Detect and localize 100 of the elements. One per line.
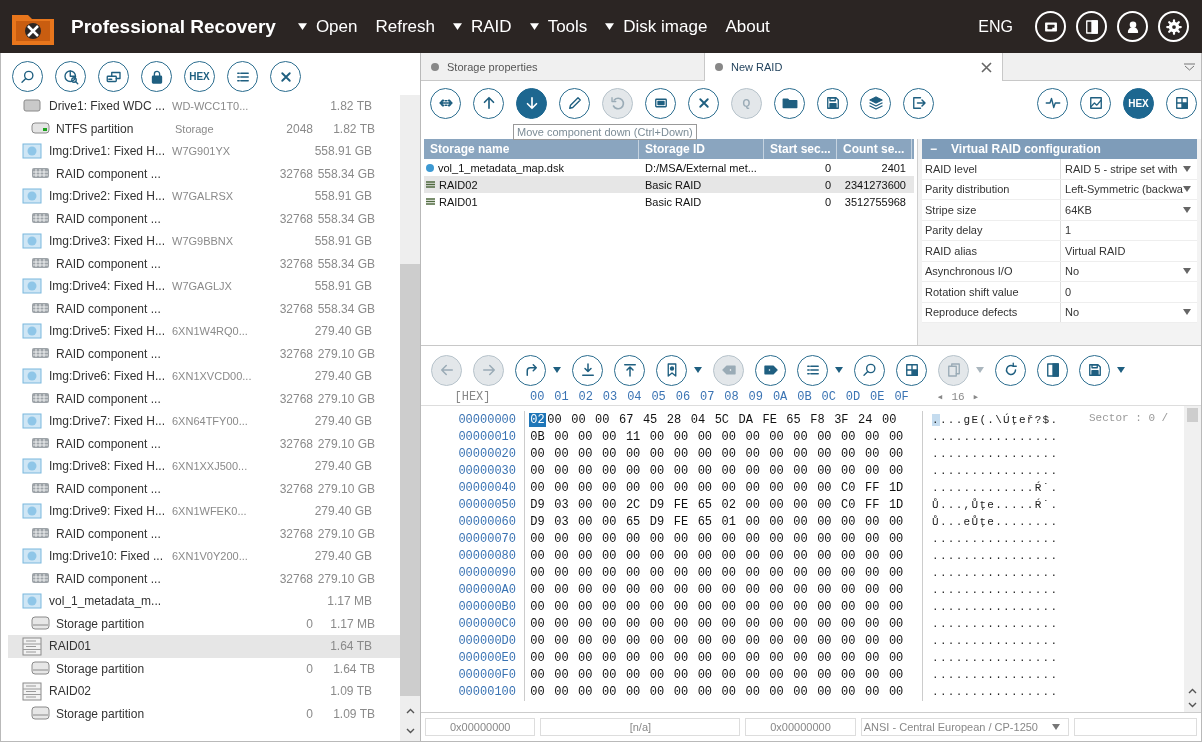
download-button[interactable] xyxy=(572,354,603,386)
tree-row[interactable]: Storage partition 0 1.09 TB xyxy=(8,702,400,725)
tree-row[interactable]: NTFS partition Storage 2048 1.82 TB xyxy=(8,117,400,140)
tree-row[interactable]: RAID component ... 32768 279.10 GB xyxy=(8,432,400,455)
grid-button[interactable] xyxy=(1166,87,1197,119)
caret-icon[interactable] xyxy=(1117,367,1125,373)
tree-row[interactable]: Img:Drive7: Fixed H... 6XN64TFY00... 279.40 GB xyxy=(8,410,400,433)
list-button[interactable] xyxy=(797,354,828,386)
tree-row[interactable]: Drive1: Fixed WDC ... WD-WCC1T0... 1.82 TB xyxy=(8,95,400,118)
tree-row[interactable]: Storage partition 0 1.64 TB xyxy=(8,657,400,680)
menu-item[interactable]: About xyxy=(725,16,770,37)
tree-row[interactable]: Img:Drive10: Fixed ... 6XN1V0Y200... 279.40 GB xyxy=(8,545,400,568)
tree-row[interactable]: RAID01 1.64 TB xyxy=(8,635,400,658)
dropdown-arrow-icon[interactable] xyxy=(1183,165,1191,172)
pencil-button[interactable] xyxy=(559,87,590,119)
exit-button[interactable] xyxy=(903,87,934,119)
menu-item[interactable]: RAID xyxy=(453,16,512,37)
close-icon[interactable] xyxy=(981,61,992,73)
menu-item[interactable]: Refresh xyxy=(375,16,435,37)
tab[interactable]: New RAID xyxy=(705,53,1003,81)
encoding-dropdown[interactable]: ANSI - Central European / CP-1250 xyxy=(860,718,1069,736)
language-selector[interactable]: ENG xyxy=(978,17,1013,36)
tree-row[interactable]: Img:Drive8: Fixed H... 6XN1XXJ500... 279.40 GB xyxy=(8,455,400,478)
menu-item[interactable]: Open xyxy=(297,16,358,37)
caret-icon[interactable] xyxy=(553,367,561,373)
list-button[interactable] xyxy=(227,61,258,92)
selected-byte[interactable]: 02 xyxy=(529,412,546,427)
dropdown-arrow-icon[interactable] xyxy=(1183,186,1191,193)
caret-icon[interactable] xyxy=(297,23,307,30)
tree-row[interactable]: RAID component ... 32768 558.34 GB xyxy=(8,252,400,275)
property-value[interactable]: No xyxy=(1061,265,1183,278)
tree-row[interactable]: RAID component ... 32768 279.10 GB xyxy=(8,567,400,590)
property-value[interactable]: Left-Symmetric (backwa xyxy=(1061,183,1183,196)
component-row[interactable]: RAID02 Basic RAID 0 2341273600 xyxy=(424,176,914,193)
property-value[interactable]: 0 xyxy=(1061,285,1183,298)
tree-row[interactable]: Img:Drive2: Fixed H... W7GALRSX 558.91 GB xyxy=(8,185,400,208)
search-button[interactable] xyxy=(854,354,885,386)
property-value[interactable]: 1 xyxy=(1061,224,1183,237)
swap-button[interactable] xyxy=(430,87,461,119)
scroll-down-icon[interactable] xyxy=(1188,702,1197,708)
caret-icon[interactable] xyxy=(529,23,539,30)
scrollbar-thumb[interactable] xyxy=(400,264,420,696)
tree-row[interactable]: RAID component ... 32768 558.34 GB xyxy=(8,207,400,230)
scrollbar-thumb[interactable] xyxy=(1187,408,1198,422)
selected-character[interactable]: . xyxy=(932,413,940,426)
caret-icon[interactable] xyxy=(605,23,615,30)
tree-row[interactable]: RAID component ... 32768 279.10 GB xyxy=(8,342,400,365)
arrow-down-button[interactable] xyxy=(516,87,547,119)
arrow-up-button[interactable] xyxy=(473,87,504,119)
floppy-button[interactable] xyxy=(1079,354,1110,386)
tag-button[interactable] xyxy=(755,354,786,386)
tree-row[interactable]: RAID component ... 32768 279.10 GB xyxy=(8,477,400,500)
pulse-button[interactable] xyxy=(1037,87,1068,119)
component-row[interactable]: RAID01 Basic RAID 0 3512755968 xyxy=(424,193,914,210)
search-button[interactable] xyxy=(12,61,43,92)
tree-row[interactable]: Storage partition 0 1.17 MB xyxy=(8,612,400,635)
decrease-width-button[interactable]: ◂ xyxy=(936,390,944,403)
tree-row[interactable]: Img:Drive5: Fixed H... 6XN1W4RQ0... 279.40 GB xyxy=(8,320,400,343)
property-value[interactable]: 64KB xyxy=(1061,203,1183,216)
caret-icon[interactable] xyxy=(694,367,702,373)
tree-row[interactable]: RAID02 1.09 TB xyxy=(8,680,400,703)
floppy-button[interactable] xyxy=(817,87,848,119)
dropdown-arrow-icon[interactable] xyxy=(1183,268,1191,275)
scroll-up-icon[interactable] xyxy=(405,708,415,714)
redo-button[interactable] xyxy=(515,354,546,386)
close-button[interactable] xyxy=(270,61,301,92)
tree-row[interactable]: Img:Drive6: Fixed H... 6XN1XVCD00... 279.40 GB xyxy=(8,365,400,388)
caret-icon[interactable] xyxy=(835,367,843,373)
chart-button[interactable] xyxy=(1080,87,1111,119)
scrollbar[interactable] xyxy=(400,95,420,741)
dropdown-arrow-icon[interactable] xyxy=(1051,724,1060,730)
increase-width-button[interactable]: ▸ xyxy=(972,390,980,403)
upload-button[interactable] xyxy=(614,354,645,386)
menu-item[interactable]: Disk image xyxy=(605,16,708,37)
refresh-button[interactable] xyxy=(995,354,1026,386)
scroll-down-icon[interactable] xyxy=(405,728,415,734)
drives-button[interactable] xyxy=(98,61,129,92)
menu-item[interactable]: Tools xyxy=(529,16,588,37)
tree-row[interactable]: RAID component ... 32768 279.10 GB xyxy=(8,522,400,545)
tree-row[interactable]: Img:Drive3: Fixed H... W7G9BBNX 558.91 GB xyxy=(8,230,400,253)
caret-icon[interactable] xyxy=(453,23,462,30)
panel-button[interactable] xyxy=(1037,354,1068,386)
close-button[interactable] xyxy=(688,87,719,119)
tree-row[interactable]: RAID component ... 32768 558.34 GB xyxy=(8,297,400,320)
dropdown-arrow-icon[interactable] xyxy=(1183,309,1191,316)
property-value[interactable]: Virtual RAID xyxy=(1061,244,1183,257)
toolbar-button[interactable]: HEX xyxy=(184,61,215,92)
folder-button[interactable] xyxy=(774,87,805,119)
chart-magnifier-button[interactable] xyxy=(55,61,86,92)
tree-row[interactable]: Img:Drive1: Fixed H... W7G901YX 558.91 GB xyxy=(8,140,400,163)
toolbar-button[interactable]: HEX xyxy=(1123,87,1154,119)
layers-button[interactable] xyxy=(860,87,891,119)
bookmark-button[interactable] xyxy=(656,354,687,386)
dropdown-arrow-icon[interactable] xyxy=(1183,206,1191,213)
component-row[interactable]: vol_1_metadata_map.dsk D:/MSA/External met... 0 2401 xyxy=(424,159,914,176)
tree-row[interactable]: RAID component ... 32768 558.34 GB xyxy=(8,162,400,185)
scroll-up-icon[interactable] xyxy=(1188,688,1197,694)
tree-row[interactable]: Img:Drive9: Fixed H... 6XN1WFEK0... 279.40 GB xyxy=(8,500,400,523)
tree-row[interactable]: RAID component ... 32768 279.10 GB xyxy=(8,387,400,410)
property-value[interactable]: RAID 5 - stripe set with xyxy=(1061,162,1183,175)
